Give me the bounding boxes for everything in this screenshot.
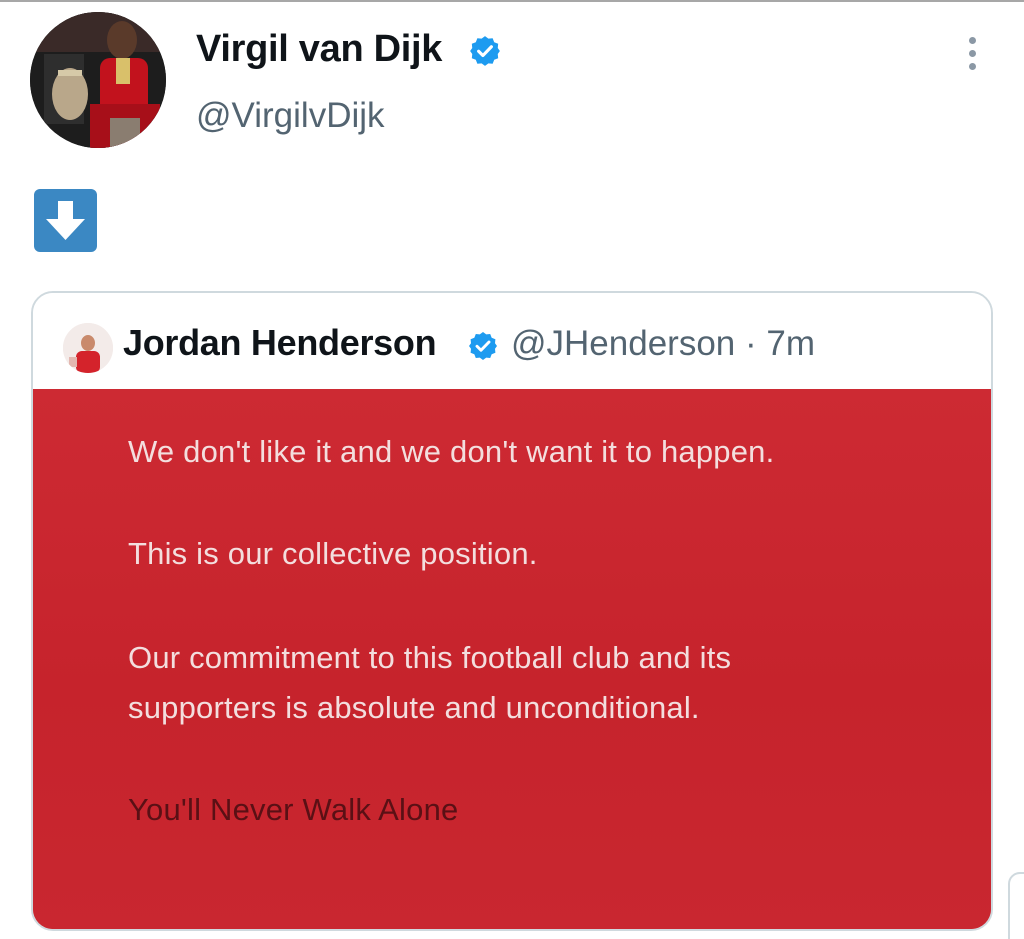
adjacent-card-edge	[1008, 872, 1024, 939]
display-name[interactable]: Virgil van Dijk	[196, 28, 442, 71]
avatar[interactable]	[30, 12, 166, 148]
user-handle[interactable]: @VirgilvDijk	[196, 96, 385, 136]
more-options-button[interactable]	[954, 30, 990, 76]
quoted-author-avatar[interactable]	[63, 323, 113, 373]
statement-signoff: You'll Never Walk Alone	[128, 792, 459, 827]
quoted-tweet-header: Jordan Henderson @JHenderson · 7m	[33, 293, 991, 389]
quoted-author-name[interactable]: Jordan Henderson	[123, 322, 437, 364]
statement-line: This is our collective position.	[128, 536, 538, 571]
verified-badge-icon	[467, 330, 499, 362]
quoted-tweet-card[interactable]: Jordan Henderson @JHenderson · 7m We don…	[31, 291, 993, 931]
top-divider	[0, 0, 1024, 2]
quoted-handle-and-time: @JHenderson · 7m	[511, 324, 815, 363]
statement-line: supporters is absolute and unconditional…	[128, 690, 700, 725]
more-vertical-icon	[968, 36, 976, 44]
quoted-tweet-image[interactable]: We don't like it and we don't want it to…	[33, 389, 991, 929]
statement-line: Our commitment to this football club and…	[128, 640, 732, 675]
statement-line: We don't like it and we don't want it to…	[128, 434, 775, 469]
down-arrow-button-emoji-icon	[34, 189, 97, 252]
verified-badge-icon	[468, 34, 502, 68]
